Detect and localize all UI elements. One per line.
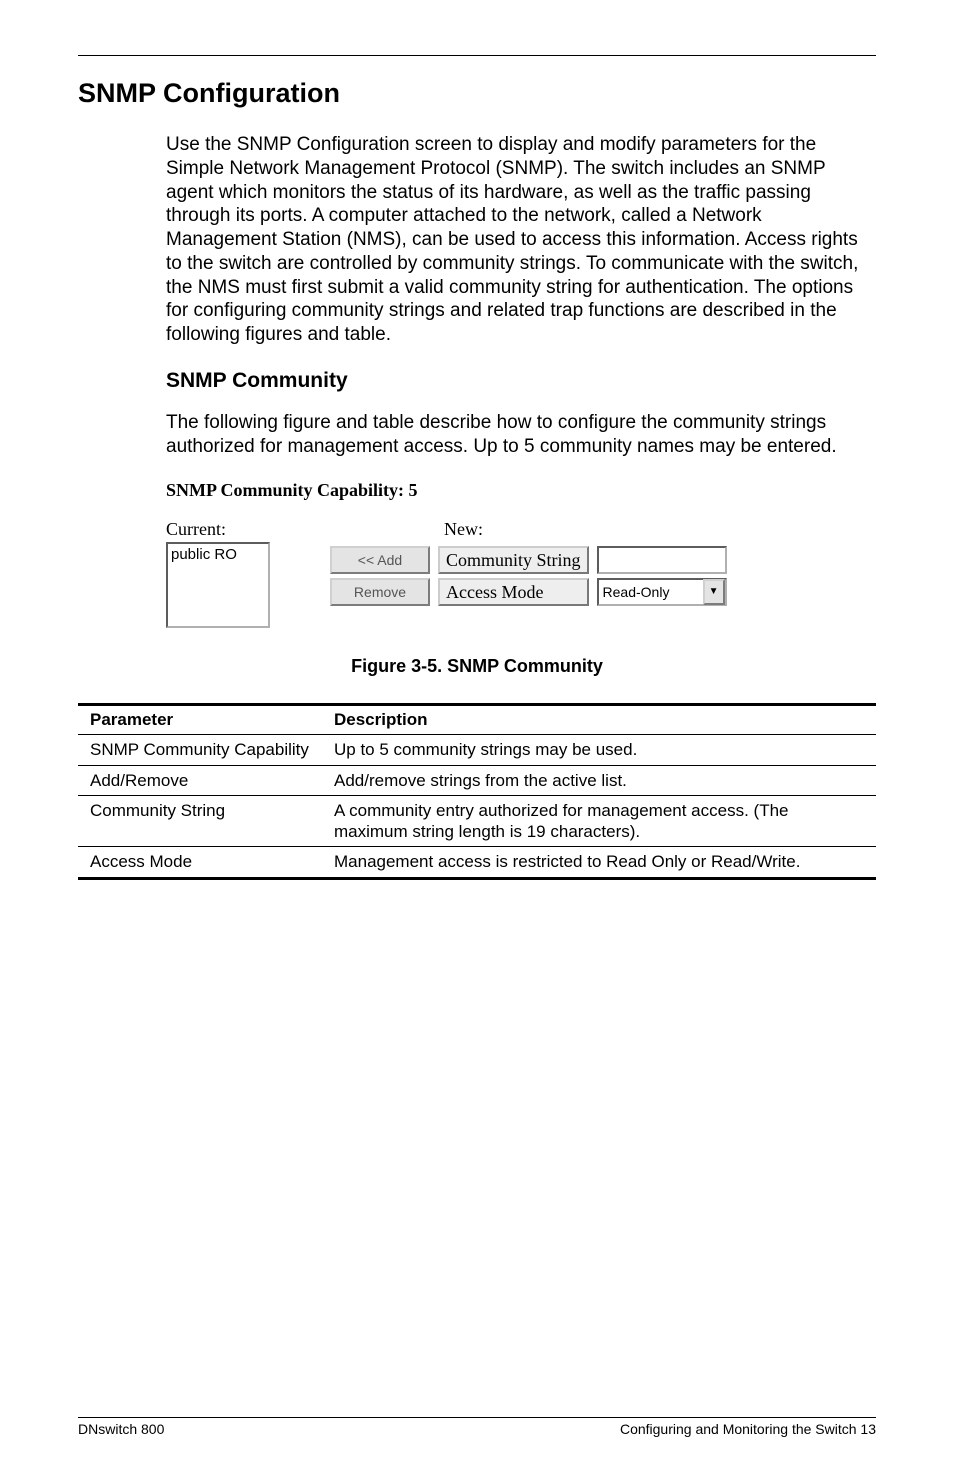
access-mode-value: Read-Only	[603, 584, 670, 600]
param-cell: Access Mode	[78, 847, 322, 878]
top-rule	[78, 55, 876, 56]
figure-caption: Figure 3-5. SNMP Community	[78, 656, 876, 677]
access-mode-label: Access Mode	[438, 578, 589, 606]
footer-left: DNswitch 800	[78, 1421, 164, 1437]
remove-button[interactable]: Remove	[330, 578, 430, 606]
param-cell: Add/Remove	[78, 765, 322, 795]
current-label: Current:	[166, 519, 296, 540]
table-header-parameter: Parameter	[78, 705, 322, 735]
new-label: New:	[326, 519, 731, 540]
param-cell: SNMP Community Capability	[78, 735, 322, 765]
table-row: Access Mode Management access is restric…	[78, 847, 876, 878]
access-mode-select[interactable]: Read-Only ▼	[597, 578, 727, 606]
desc-cell: Up to 5 community strings may be used.	[322, 735, 876, 765]
desc-cell: Add/remove strings from the active list.	[322, 765, 876, 795]
page-title: SNMP Configuration	[78, 78, 876, 109]
list-item[interactable]: public RO	[171, 546, 265, 564]
community-string-input[interactable]	[597, 546, 727, 574]
desc-cell: Management access is restricted to Read …	[322, 847, 876, 878]
subsection-title: SNMP Community	[78, 369, 876, 393]
community-string-label: Community String	[438, 546, 589, 574]
snmp-community-widget: Current: public RO New: << Add Community…	[78, 519, 746, 628]
table-row: SNMP Community Capability Up to 5 commun…	[78, 735, 876, 765]
subsection-paragraph: The following figure and table describe …	[78, 411, 876, 459]
current-listbox[interactable]: public RO	[166, 542, 270, 628]
table-row: Community String A community entry autho…	[78, 795, 876, 847]
intro-paragraph: Use the SNMP Configuration screen to dis…	[78, 133, 876, 347]
table-row: Add/Remove Add/remove strings from the a…	[78, 765, 876, 795]
add-button[interactable]: << Add	[330, 546, 430, 574]
chevron-down-icon[interactable]: ▼	[703, 579, 725, 605]
table-header-description: Description	[322, 705, 876, 735]
capability-label: SNMP Community Capability: 5	[78, 480, 876, 501]
footer-right: Configuring and Monitoring the Switch 13	[620, 1421, 876, 1437]
desc-cell: A community entry authorized for managem…	[322, 795, 876, 847]
param-cell: Community String	[78, 795, 322, 847]
parameter-table: Parameter Description SNMP Community Cap…	[78, 703, 876, 879]
page-footer: DNswitch 800 Configuring and Monitoring …	[78, 1417, 876, 1437]
